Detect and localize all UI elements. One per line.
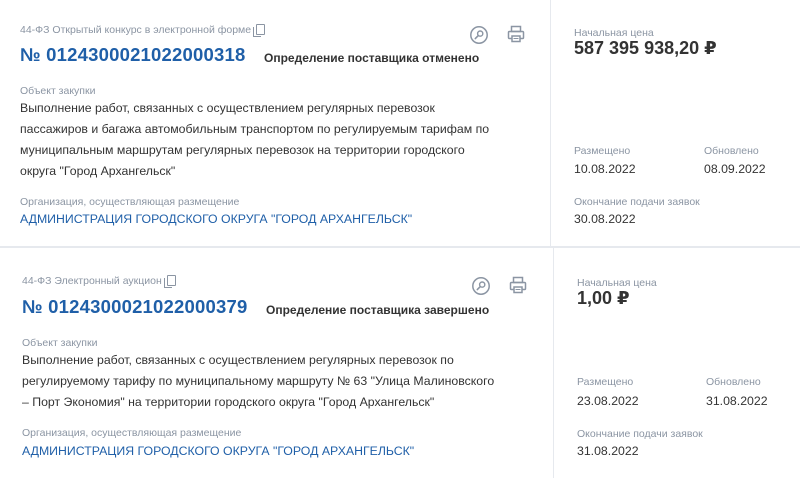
org-label: Организация, осуществляющая размещение: [20, 196, 240, 208]
price-value: 587 395 938,20 ₽: [574, 38, 717, 58]
object-line: муниципальным маршрутам регулярных перев…: [20, 143, 465, 157]
card-divider: [553, 248, 554, 478]
org-name-link[interactable]: АДМИНИСТРАЦИЯ ГОРОДСКОГО ОКРУГА "ГОРОД А…: [22, 444, 414, 458]
price-value: 1,00 ₽: [577, 288, 630, 308]
object-line: регулируемому тарифу по муниципальному м…: [22, 374, 495, 388]
law-type-text: 44-ФЗ Открытый конкурс в электронной фор…: [20, 24, 252, 36]
procurement-number-link[interactable]: № 0124300021022000379: [22, 296, 247, 318]
placed-label: Размещено: [574, 145, 631, 157]
status-text: Определение поставщика отменено: [264, 51, 480, 65]
law-type: 44-ФЗ Электронный аукцион: [22, 275, 176, 288]
object-description: Выполнение работ, связанных с осуществле…: [20, 98, 489, 182]
updated-date: 31.08.2022: [706, 394, 768, 408]
law-type: 44-ФЗ Открытый конкурс в электронной фор…: [20, 24, 266, 37]
card-divider: [550, 0, 551, 246]
object-line: Выполнение работ, связанных с осуществле…: [20, 101, 435, 115]
placed-date: 10.08.2022: [574, 162, 636, 176]
printer-icon[interactable]: [508, 275, 528, 295]
org-label: Организация, осуществляющая размещение: [22, 427, 242, 439]
copy-icon[interactable]: [253, 24, 266, 37]
updated-date: 08.09.2022: [704, 162, 766, 176]
deadline-label: Окончание подачи заявок: [577, 428, 703, 440]
deadline-date: 31.08.2022: [577, 444, 639, 458]
status-text: Определение поставщика завершено: [266, 303, 490, 317]
object-line: Выполнение работ, связанных с осуществле…: [22, 353, 454, 367]
procurement-number-link[interactable]: № 0124300021022000318: [20, 44, 245, 66]
placed-label: Размещено: [577, 376, 634, 388]
org-name-link[interactable]: АДМИНИСТРАЦИЯ ГОРОДСКОГО ОКРУГА "ГОРОД А…: [20, 212, 412, 226]
object-description: Выполнение работ, связанных с осуществле…: [22, 350, 494, 413]
updated-label: Обновлено: [706, 376, 761, 388]
object-line: – Порт Экономия" на территории городског…: [22, 395, 435, 409]
law-type-text: 44-ФЗ Электронный аукцион: [22, 275, 162, 287]
procurement-card: 44-ФЗ Открытый конкурс в электронной фор…: [0, 0, 800, 248]
search-icon[interactable]: [471, 276, 491, 296]
placed-date: 23.08.2022: [577, 394, 639, 408]
deadline-date: 30.08.2022: [574, 212, 636, 226]
object-line: округа "Город Архангельск": [20, 164, 176, 178]
object-label: Объект закупки: [22, 337, 98, 349]
updated-label: Обновлено: [704, 145, 759, 157]
object-line: пассажиров и багажа автомобильным трансп…: [20, 122, 490, 136]
object-label: Объект закупки: [20, 85, 96, 97]
procurement-card: 44-ФЗ Электронный аукцион № 012430002102…: [0, 248, 800, 478]
search-icon[interactable]: [469, 25, 489, 45]
copy-icon[interactable]: [163, 275, 176, 288]
deadline-label: Окончание подачи заявок: [574, 196, 700, 208]
printer-icon[interactable]: [506, 24, 526, 44]
